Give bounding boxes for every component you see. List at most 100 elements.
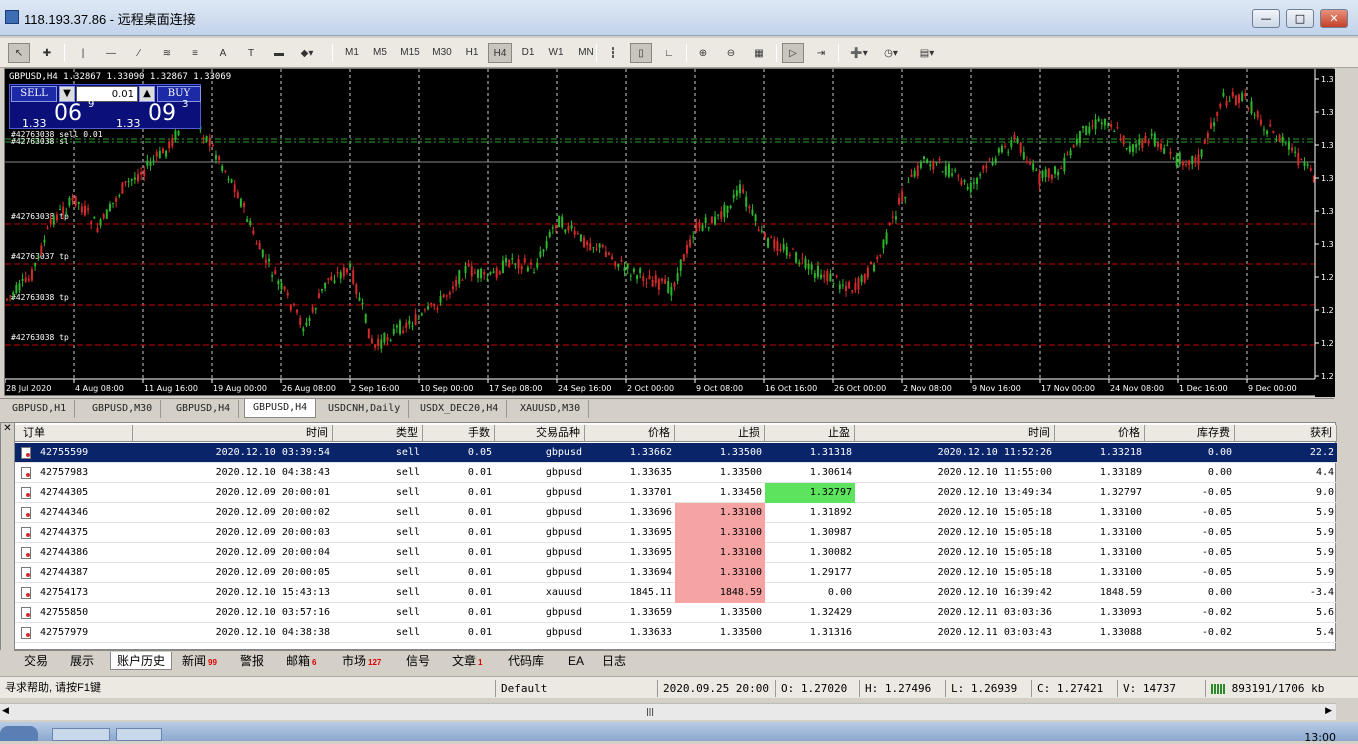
- table-row[interactable]: 42755850 2020.12.10 03:57:16 sell 0.01 gbpus…: [15, 603, 1337, 623]
- chart-tab[interactable]: GBPUSD,H1: [4, 400, 76, 418]
- trendline-icon[interactable]: ∕: [128, 43, 150, 63]
- column-header[interactable]: 库存费: [1145, 425, 1235, 442]
- chart-tab[interactable]: USDX_DEC20,H4: [412, 400, 508, 418]
- line-chart-icon[interactable]: ∟: [658, 43, 680, 63]
- periods-clock-icon[interactable]: ◷▾: [878, 43, 904, 63]
- terminal-close-icon[interactable]: ✕: [1, 423, 15, 651]
- candle-body: [65, 212, 68, 214]
- start-button[interactable]: [0, 726, 38, 741]
- candle-body: [174, 130, 177, 140]
- column-header[interactable]: 交易品种: [495, 425, 585, 442]
- tile-windows-icon[interactable]: ▦: [748, 43, 770, 63]
- candle-body: [208, 137, 211, 146]
- taskbar-app-icon[interactable]: [52, 728, 110, 741]
- timeframe-m15-button[interactable]: M15: [396, 43, 424, 63]
- column-header[interactable]: 时间: [133, 425, 333, 442]
- taskbar-app-icon[interactable]: [116, 728, 162, 741]
- channel-icon[interactable]: ≋: [156, 43, 178, 63]
- terminal-tab[interactable]: 邮箱 6: [280, 652, 322, 670]
- terminal-tab[interactable]: 文章 1: [446, 652, 488, 670]
- candlestick-icon[interactable]: ▯: [630, 43, 652, 63]
- text-icon[interactable]: A: [212, 43, 234, 63]
- terminal-tab[interactable]: 展示: [64, 652, 100, 670]
- column-header[interactable]: 类型: [333, 425, 423, 442]
- column-header[interactable]: 时间: [855, 425, 1055, 442]
- timeframe-m30-button[interactable]: M30: [428, 43, 456, 63]
- templates-icon[interactable]: ▤▾: [912, 43, 942, 63]
- buy-button[interactable]: BUY: [157, 86, 201, 102]
- lot-decrease-icon[interactable]: ▼: [59, 86, 75, 102]
- scroll-right-icon[interactable]: ▶: [1325, 706, 1332, 716]
- chart-tab[interactable]: XAUUSD,M30: [512, 400, 590, 418]
- column-header[interactable]: 获利: [1235, 425, 1337, 442]
- scroll-thumb[interactable]: |||: [640, 707, 660, 718]
- table-row[interactable]: 42744305 2020.12.09 20:00:01 sell 0.01 gbpus…: [15, 483, 1337, 503]
- auto-scroll-icon[interactable]: ▷: [782, 43, 804, 63]
- timeframe-h4-button[interactable]: H4: [488, 43, 512, 63]
- horizontal-scrollbar[interactable]: ◀ ||| ▶: [0, 703, 1336, 720]
- timeframe-h1-button[interactable]: H1: [460, 43, 484, 63]
- crosshair-icon[interactable]: ✚: [36, 43, 58, 63]
- lot-size-input[interactable]: 0.01: [76, 86, 138, 102]
- candle-body: [723, 204, 726, 217]
- timeframe-d1-button[interactable]: D1: [516, 43, 540, 63]
- terminal-tab[interactable]: 警报: [234, 652, 270, 670]
- table-row[interactable]: 42744346 2020.12.09 20:00:02 sell 0.01 gbpus…: [15, 503, 1337, 523]
- cursor-icon[interactable]: ↖: [8, 43, 30, 63]
- terminal-tab[interactable]: 代码库: [502, 652, 550, 670]
- shapes-dropdown-icon[interactable]: ◆▾: [296, 43, 318, 63]
- chart-tab[interactable]: GBPUSD,H4: [244, 399, 317, 418]
- bar-chart-icon[interactable]: ┇: [602, 43, 624, 63]
- swap-cell: 0.00: [1207, 467, 1232, 478]
- table-row[interactable]: 42744386 2020.12.09 20:00:04 sell 0.01 gbpus…: [15, 543, 1337, 563]
- timeframe-m5-button[interactable]: M5: [368, 43, 392, 63]
- terminal-tab[interactable]: 新闻 99: [176, 652, 223, 670]
- terminal-tab[interactable]: 信号: [400, 652, 436, 670]
- terminal-tab[interactable]: 账户历史: [110, 652, 173, 670]
- column-header[interactable]: 价格: [1055, 425, 1145, 442]
- zoom-in-icon[interactable]: ⊕: [692, 43, 714, 63]
- column-header[interactable]: 手数: [423, 425, 495, 442]
- terminal-tab[interactable]: EA: [562, 652, 590, 670]
- table-row[interactable]: 42757983 2020.12.10 04:38:43 sell 0.01 gbpus…: [15, 463, 1337, 483]
- terminal-tab[interactable]: 日志: [596, 652, 632, 670]
- terminal-tab[interactable]: 市场 127: [336, 652, 387, 670]
- buy-price-prefix: 1.33: [116, 117, 141, 130]
- timeframe-w1-button[interactable]: W1: [544, 43, 568, 63]
- sell-button[interactable]: SELL: [11, 86, 57, 102]
- table-row[interactable]: 42744387 2020.12.09 20:00:05 sell 0.01 gbpus…: [15, 563, 1337, 583]
- table-row[interactable]: 42757979 2020.12.10 04:38:38 sell 0.01 gbpus…: [15, 623, 1337, 643]
- minimize-button[interactable]: —: [1252, 9, 1280, 28]
- column-header[interactable]: 止盈: [765, 425, 855, 442]
- scroll-left-icon[interactable]: ◀: [2, 706, 9, 716]
- timeframe-m1-button[interactable]: M1: [340, 43, 364, 63]
- column-header[interactable]: 止损: [675, 425, 765, 442]
- indicators-icon[interactable]: ➕▾: [846, 43, 872, 63]
- column-header[interactable]: 价格: [585, 425, 675, 442]
- fibonacci-icon[interactable]: ≡: [184, 43, 206, 63]
- price-chart[interactable]: #42763038 sell 0.01 #42763038 sl #42763038…: [4, 68, 1335, 397]
- sell-price[interactable]: 1.33 06 9: [16, 99, 106, 130]
- chart-tab[interactable]: USDCNH,Daily: [320, 400, 410, 418]
- lot-increase-icon[interactable]: ▲: [139, 86, 155, 102]
- text-label-icon[interactable]: T: [240, 43, 262, 63]
- chart-tab[interactable]: GBPUSD,M30: [84, 400, 162, 418]
- zoom-out-icon[interactable]: ⊖: [720, 43, 742, 63]
- terminal-tab[interactable]: 交易: [18, 652, 54, 670]
- table-row[interactable]: 42755599 2020.12.10 03:39:54 sell 0.05 gbpus…: [15, 443, 1337, 463]
- close-button[interactable]: ✕: [1320, 9, 1348, 28]
- chart-shift-icon[interactable]: ⇥: [810, 43, 832, 63]
- buy-price[interactable]: 1.33 09 3: [110, 99, 200, 130]
- candle-body: [801, 257, 804, 259]
- maximize-button[interactable]: □: [1286, 9, 1314, 28]
- table-row[interactable]: 42744375 2020.12.09 20:00:03 sell 0.01 gbpus…: [15, 523, 1337, 543]
- vertical-line-icon[interactable]: |: [72, 43, 94, 63]
- horizontal-line-icon[interactable]: —: [100, 43, 122, 63]
- candle-body: [604, 251, 607, 258]
- column-header[interactable]: 订单: [19, 425, 133, 442]
- chart-tab[interactable]: GBPUSD,H4: [168, 400, 240, 418]
- candle-body: [296, 309, 299, 313]
- table-row[interactable]: 42754173 2020.12.10 15:43:13 sell 0.01 xauus…: [15, 583, 1337, 603]
- rectangle-icon[interactable]: ▬: [268, 43, 290, 63]
- close-price-cell: 1.33100: [1099, 547, 1142, 558]
